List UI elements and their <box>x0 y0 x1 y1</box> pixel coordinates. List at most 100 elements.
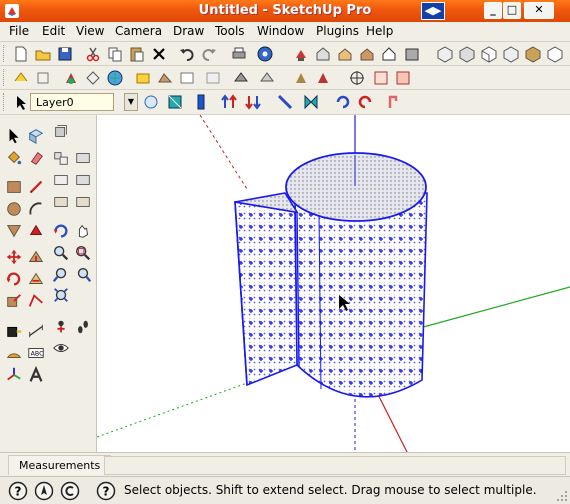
zoom-window-icon[interactable] <box>74 244 94 264</box>
shadow-toggle-icon[interactable] <box>232 69 250 87</box>
street-view-icon[interactable] <box>403 45 421 63</box>
back-view-icon[interactable] <box>524 45 542 63</box>
rectangle-icon[interactable] <box>5 178 25 198</box>
cut-icon[interactable] <box>84 45 102 63</box>
menu-draw[interactable]: Draw <box>173 24 204 38</box>
select-arrow-icon[interactable] <box>5 127 25 147</box>
redo-icon[interactable] <box>200 45 218 63</box>
make-component-icon[interactable] <box>292 45 310 63</box>
zoom-extents-icon[interactable] <box>52 286 72 306</box>
tape-measure-icon[interactable] <box>5 322 25 342</box>
move-icon[interactable] <box>5 248 25 268</box>
wireframe-icon[interactable] <box>372 69 390 87</box>
menu-edit[interactable]: Edit <box>42 24 65 38</box>
home-icon[interactable] <box>380 45 398 63</box>
eraser-icon[interactable] <box>27 149 47 169</box>
scale-up-icon[interactable] <box>27 292 47 312</box>
previous-zoom-icon[interactable] <box>52 266 72 286</box>
rotate-icon[interactable] <box>5 270 25 290</box>
sandbox-icon[interactable] <box>204 69 222 87</box>
line-pencil-icon[interactable] <box>27 178 47 198</box>
rotate-right-icon[interactable] <box>356 93 374 111</box>
follow-me-icon[interactable] <box>27 222 47 242</box>
rotate-left-icon[interactable] <box>334 93 352 111</box>
chevron-down-icon[interactable]: ▼ <box>124 93 138 111</box>
move-up-icon[interactable] <box>220 93 238 111</box>
protractor-icon[interactable] <box>5 344 25 364</box>
section-plane-icon[interactable] <box>62 69 80 87</box>
orbit-icon[interactable] <box>52 222 72 242</box>
drawing-viewport[interactable] <box>97 115 570 452</box>
menu-help[interactable]: Help <box>366 24 393 38</box>
geo-location-icon[interactable] <box>106 69 124 87</box>
display-section-icon[interactable] <box>84 69 102 87</box>
save-icon[interactable] <box>56 45 74 63</box>
edit-group-icon[interactable] <box>74 193 94 213</box>
right-view-icon[interactable] <box>502 45 520 63</box>
flip-icon[interactable] <box>384 93 402 111</box>
intersect-icon[interactable] <box>27 270 47 290</box>
nested-icon[interactable] <box>52 171 72 191</box>
outliner-icon[interactable] <box>52 149 72 169</box>
make-component-tool-icon[interactable] <box>27 127 47 147</box>
layer-dropdown[interactable]: Layer0 <box>30 93 114 111</box>
add-location-icon[interactable] <box>134 69 152 87</box>
undo-icon[interactable] <box>178 45 196 63</box>
menu-file[interactable]: File <box>9 24 29 38</box>
cylinder-model[interactable] <box>234 152 428 398</box>
pan-icon[interactable] <box>74 222 94 242</box>
menu-window[interactable]: Window <box>257 24 304 38</box>
front-view-icon[interactable] <box>480 45 498 63</box>
menu-plugins[interactable]: Plugins <box>316 24 359 38</box>
next-view-icon[interactable] <box>192 93 210 111</box>
groups-icon[interactable] <box>74 149 94 169</box>
dimensions-icon[interactable] <box>27 322 47 342</box>
top-view-icon[interactable] <box>458 45 476 63</box>
components-icon[interactable] <box>52 122 72 142</box>
offset-icon[interactable] <box>27 248 47 268</box>
layer-manager-icon[interactable] <box>142 93 160 111</box>
menu-camera[interactable]: Camera <box>115 24 162 38</box>
iso-view-icon[interactable] <box>436 45 454 63</box>
arc-icon[interactable] <box>27 200 47 220</box>
component-house-icon[interactable] <box>358 45 376 63</box>
position-camera-icon[interactable] <box>52 318 72 338</box>
nav-arrows-icon[interactable]: ◀▶ <box>421 2 445 20</box>
reverse-faces-icon[interactable] <box>276 93 294 111</box>
previous-view-icon[interactable] <box>166 93 184 111</box>
menu-view[interactable]: View <box>76 24 104 38</box>
explode-icon[interactable] <box>52 193 72 213</box>
orient-faces-icon[interactable] <box>302 93 320 111</box>
measurements-input[interactable] <box>104 456 566 475</box>
hidden-line-icon[interactable] <box>394 69 412 87</box>
zoom-next-icon[interactable] <box>74 266 94 286</box>
toggle-terrain-icon[interactable] <box>156 69 174 87</box>
help-icon[interactable]: ? <box>8 481 28 501</box>
cursor-icon[interactable] <box>12 94 26 112</box>
camera-position-icon[interactable] <box>12 69 30 87</box>
scale-icon[interactable] <box>5 292 25 312</box>
circle-icon[interactable] <box>5 200 25 220</box>
print-icon[interactable] <box>230 45 248 63</box>
instructor-help-icon[interactable]: ? <box>96 481 116 501</box>
xray-icon[interactable] <box>292 69 310 87</box>
paint-bucket-icon[interactable] <box>5 149 25 169</box>
erase-icon[interactable] <box>150 45 168 63</box>
credits-icon[interactable] <box>60 481 80 501</box>
geo-location-status-icon[interactable] <box>34 481 54 501</box>
maximize-button[interactable]: □ <box>503 2 521 19</box>
close-button[interactable]: ✕ <box>524 2 554 19</box>
minimize-button[interactable]: _ <box>484 2 502 19</box>
move-down-icon[interactable] <box>244 93 262 111</box>
resize-grip-icon[interactable] <box>556 490 568 502</box>
left-view-icon[interactable] <box>546 45 564 63</box>
photo-texture-icon[interactable] <box>178 69 196 87</box>
walk-icon[interactable] <box>34 69 52 87</box>
paste-icon[interactable] <box>128 45 146 63</box>
3d-text-icon[interactable] <box>27 366 47 386</box>
axes-tool-icon[interactable] <box>5 366 25 386</box>
new-file-icon[interactable] <box>12 45 30 63</box>
model-info-icon[interactable] <box>256 45 274 63</box>
share-model-icon[interactable] <box>336 45 354 63</box>
zoom-icon[interactable] <box>52 244 72 264</box>
